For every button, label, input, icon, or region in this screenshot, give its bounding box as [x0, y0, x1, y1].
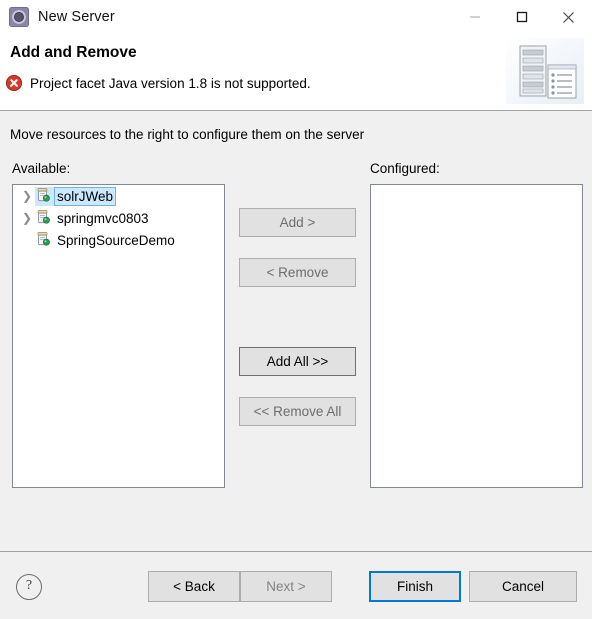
- project-jar-icon: [35, 231, 51, 250]
- remove-all-button[interactable]: << Remove All: [239, 397, 356, 426]
- close-icon[interactable]: [545, 0, 592, 34]
- finish-button[interactable]: Finish: [369, 571, 461, 602]
- project-jar-icon-wrap: [35, 186, 55, 206]
- list-item[interactable]: ❯ springmvc0803: [13, 207, 224, 229]
- project-jar-icon-wrap: [35, 231, 55, 250]
- error-icon: [6, 75, 22, 91]
- remove-button[interactable]: < Remove: [239, 258, 356, 287]
- transfer-button-group: Add > < Remove Add All >> << Remove All: [239, 208, 356, 447]
- add-button[interactable]: Add >: [239, 208, 356, 237]
- minimize-icon[interactable]: [451, 0, 498, 34]
- back-button[interactable]: < Back: [148, 571, 240, 602]
- status-message-row: Project facet Java version 1.8 is not su…: [6, 75, 311, 91]
- project-jar-icon: [35, 187, 51, 206]
- configured-list[interactable]: [370, 184, 583, 488]
- project-jar-icon: [35, 209, 51, 228]
- list-item-label: solrJWeb: [54, 186, 117, 206]
- cancel-button[interactable]: Cancel: [469, 571, 577, 602]
- maximize-icon[interactable]: [498, 0, 545, 34]
- title-bar: New Server: [0, 0, 592, 34]
- project-jar-icon-wrap: [35, 209, 55, 228]
- available-list[interactable]: ❯ solrJWeb ❯ springmvc0803 SpringSourceD…: [12, 184, 225, 488]
- page-title: Add and Remove: [10, 44, 137, 61]
- next-button[interactable]: Next >: [240, 571, 332, 602]
- status-message: Project facet Java version 1.8 is not su…: [30, 75, 311, 91]
- server-wizard-icon: [9, 7, 29, 27]
- server-rack-icon: [506, 38, 584, 104]
- wizard-body: Move resources to the right to configure…: [0, 111, 592, 551]
- instruction-text: Move resources to the right to configure…: [10, 127, 365, 142]
- list-item-label: springmvc0803: [57, 210, 149, 226]
- list-item[interactable]: ❯ SpringSourceDemo: [13, 229, 224, 251]
- list-item[interactable]: ❯ solrJWeb: [13, 185, 224, 207]
- window-controls: [451, 0, 592, 34]
- wizard-header: Add and Remove Project facet Java versio…: [0, 34, 592, 110]
- help-question-icon[interactable]: ?: [16, 574, 42, 600]
- window-title: New Server: [38, 9, 115, 25]
- configured-label: Configured:: [370, 161, 440, 176]
- list-item-label: SpringSourceDemo: [57, 232, 175, 248]
- chevron-right-icon[interactable]: ❯: [19, 189, 35, 203]
- add-all-button[interactable]: Add All >>: [239, 347, 356, 376]
- chevron-right-icon[interactable]: ❯: [19, 211, 35, 225]
- available-label: Available:: [12, 161, 71, 176]
